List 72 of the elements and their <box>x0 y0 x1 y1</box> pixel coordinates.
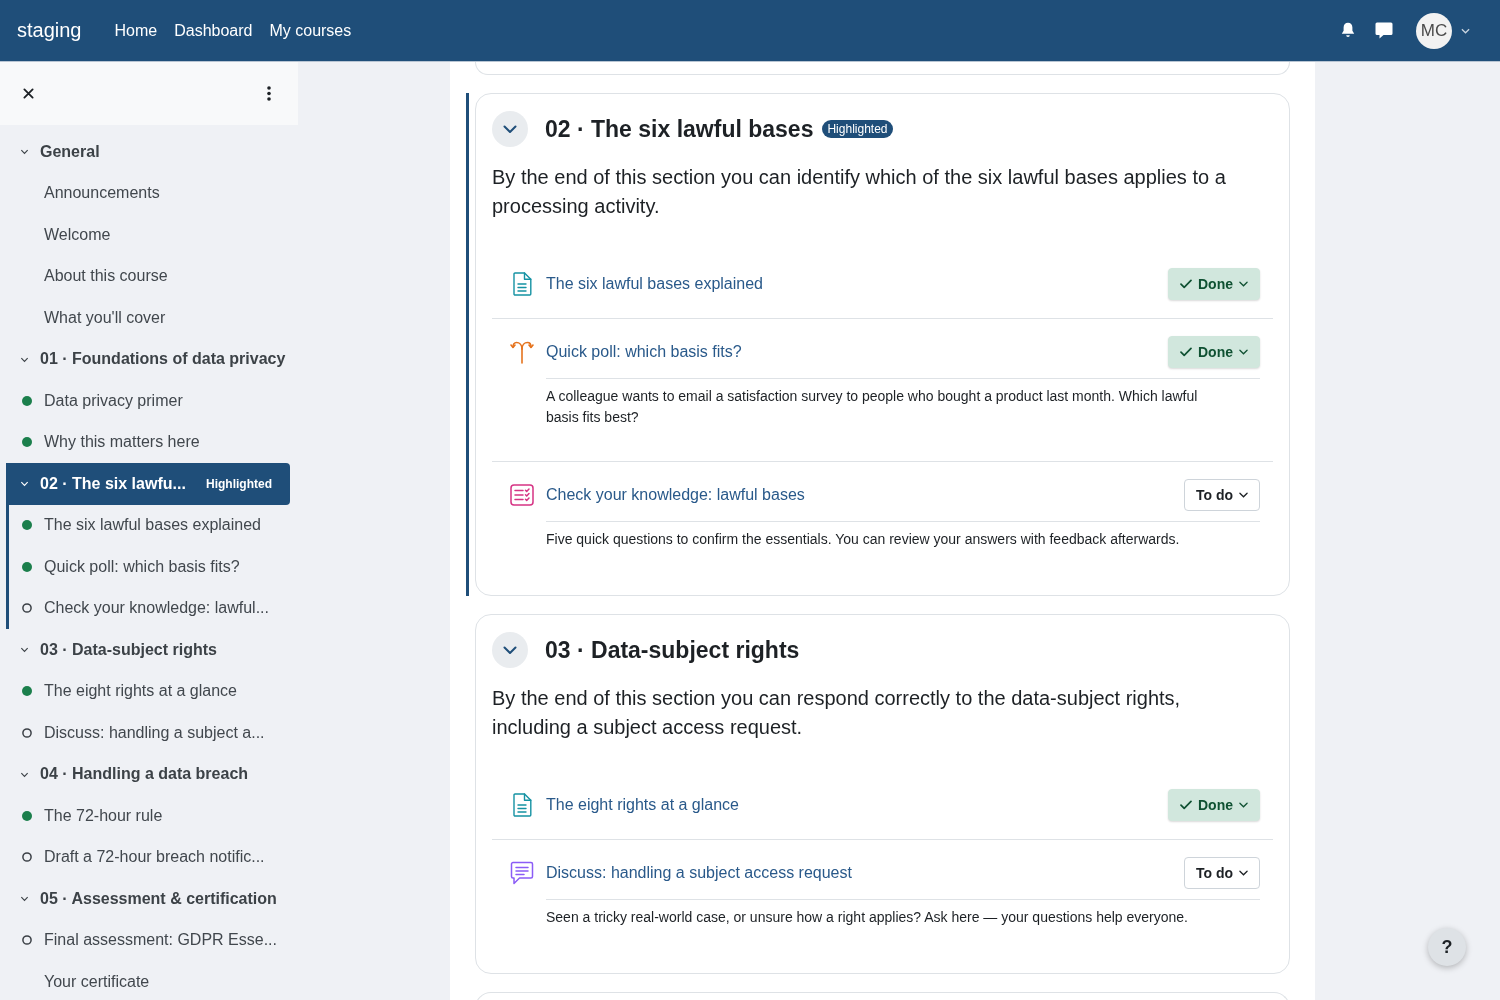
activity-description: A colleague wants to email a satisfaction survey to people who bought a product last month. Which lawful basis fits best? <box>546 387 1199 427</box>
chevron-down-icon[interactable] <box>20 894 29 904</box>
chevron-down-icon[interactable] <box>20 147 29 157</box>
check-icon <box>1180 800 1192 810</box>
more-icon[interactable] <box>267 86 271 101</box>
sidebar-link[interactable]: The six lawful bases explained <box>44 516 261 535</box>
section-link[interactable]: General <box>40 142 100 161</box>
speech-bubble-icon[interactable] <box>1375 22 1393 39</box>
section-title: 02 · The six lawful bases <box>545 115 814 144</box>
split-arrow-icon <box>510 340 534 364</box>
section-title: 03 · Data-subject rights <box>545 636 800 665</box>
sidebar-link[interactable]: Draft a 72-hour breach notific... <box>44 848 265 867</box>
sidebar-link[interactable]: What you'll cover <box>44 308 166 327</box>
checklist-icon <box>510 484 534 506</box>
close-icon[interactable] <box>23 88 34 99</box>
caret-icon[interactable] <box>1461 27 1470 34</box>
section-link[interactable]: 04 · Handling a data breach <box>40 765 249 784</box>
sidebar-link[interactable]: Discuss: handling a subject a... <box>44 723 265 742</box>
section-link[interactable]: 01 · Foundations of data privacy <box>40 350 286 369</box>
site-name[interactable]: staging <box>17 19 82 42</box>
section-link[interactable]: 05 · Assessment & certification <box>40 889 277 908</box>
sidebar-link[interactable]: Data privacy primer <box>44 391 183 410</box>
section-link[interactable]: 03 · Data-subject rights <box>40 640 217 659</box>
speech-bubble-icon <box>510 861 534 885</box>
activity-description: Seen a tricky real-world case, or unsure how a right applies? Ask here — your questions help everyone. <box>546 908 1189 927</box>
completion-button[interactable]: Done <box>1168 268 1260 300</box>
sidebar-link[interactable]: Final assessment: GDPR Esse... <box>44 931 277 950</box>
user-avatar[interactable]: MC <box>1416 12 1452 49</box>
sidebar-link[interactable]: Check your knowledge: lawful... <box>44 599 269 618</box>
caret-icon <box>1239 349 1248 355</box>
activity-link[interactable]: Quick poll: which basis fits? <box>546 343 742 361</box>
activity-link[interactable]: Discuss: handling a subject access request <box>546 864 852 882</box>
nav-link[interactable]: Home <box>114 21 158 40</box>
nav-link[interactable]: My courses <box>269 21 352 40</box>
sidebar-link[interactable]: Your certificate <box>44 972 150 991</box>
caret-icon <box>1239 281 1248 287</box>
activity-description: Five quick questions to confirm the essentials. You can review your answers with feedback afterwards. <box>546 530 1181 549</box>
section-link[interactable]: 02 · The six lawfu... <box>40 474 186 493</box>
completion-button[interactable]: To do <box>1183 479 1260 511</box>
sidebar-link[interactable]: Announcements <box>44 184 160 203</box>
activity-link[interactable]: The six lawful bases explained <box>546 275 763 293</box>
document-icon <box>512 272 532 296</box>
bell-icon[interactable] <box>1340 22 1356 39</box>
caret-icon <box>1239 870 1248 876</box>
collapse-button[interactable] <box>492 111 528 147</box>
help-button[interactable]: ? <box>1428 928 1466 966</box>
document-icon <box>512 793 532 817</box>
nav-link[interactable]: Dashboard <box>174 21 253 40</box>
sidebar-link[interactable]: The eight rights at a glance <box>44 682 237 701</box>
sidebar-link[interactable]: About this course <box>44 267 168 286</box>
chevron-down-icon[interactable] <box>20 479 29 489</box>
completion-button[interactable]: Done <box>1168 789 1260 821</box>
chevron-down-icon <box>503 122 517 136</box>
sidebar-link[interactable]: Why this matters here <box>44 433 200 452</box>
caret-icon <box>1239 802 1248 808</box>
chevron-down-icon <box>503 643 517 657</box>
completion-button[interactable]: Done <box>1168 336 1260 368</box>
caret-icon <box>1239 492 1248 498</box>
section-summary: By the end of this section you can respond correctly to the data-subject rights, including a subject access request. <box>492 686 1182 740</box>
completion-button[interactable]: To do <box>1183 857 1260 889</box>
activity-link[interactable]: Check your knowledge: lawful bases <box>546 486 805 504</box>
section-summary: By the end of this section you can identify which of the six lawful bases applies to a processing activity. <box>492 165 1227 219</box>
sidebar-link[interactable]: The 72-hour rule <box>44 806 163 825</box>
check-icon <box>1180 279 1192 289</box>
check-icon <box>1180 347 1192 357</box>
highlighted-badge: Highlighted <box>822 120 893 138</box>
activity-link[interactable]: The eight rights at a glance <box>546 796 739 814</box>
sidebar-link[interactable]: Welcome <box>44 225 111 244</box>
collapse-button[interactable] <box>492 632 528 668</box>
sidebar-link[interactable]: Quick poll: which basis fits? <box>44 557 240 576</box>
chevron-down-icon[interactable] <box>20 645 29 655</box>
highlighted-label: Highlighted <box>206 476 272 491</box>
